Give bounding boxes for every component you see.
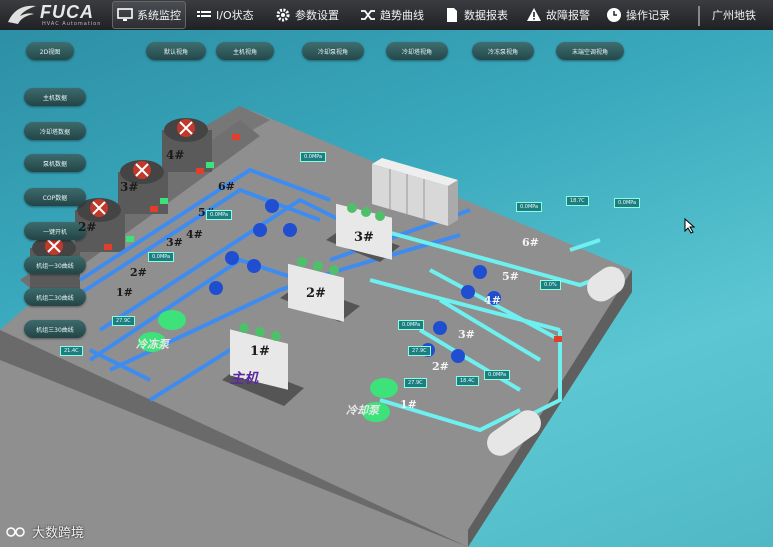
chilled-pump-1-label: 1# [400, 398, 417, 411]
nav-parameter-settings[interactable]: 参数设置 [275, 0, 339, 30]
shuffle-icon [361, 10, 375, 20]
sensor-tag: 27.9C [404, 378, 427, 388]
tower-2-label: 2# [78, 220, 97, 234]
nav-trend-curve[interactable]: 趋势曲线 [360, 0, 424, 30]
cooling-pump-4-label: 4# [186, 228, 203, 241]
logo-subtitle: HVAC Automation [42, 21, 102, 27]
fuca-bird-icon [8, 5, 36, 24]
nav-system-monitor[interactable]: 系统监控 [112, 1, 186, 29]
nav-fault-alarm[interactable]: 故障报警 [526, 0, 590, 30]
main-unit-label: 主机 [230, 371, 258, 387]
sensor-tag: 0.0MPa [206, 210, 233, 220]
gear-icon [276, 8, 290, 22]
sensor-tag: 21.4C [60, 346, 83, 356]
cooling-tower-4 [162, 118, 212, 172]
chilled-pump-2-label: 2# [432, 360, 449, 373]
clock-icon [607, 8, 621, 22]
nav-label: 参数设置 [295, 9, 339, 22]
cooling-pump-2-label: 2# [130, 266, 147, 279]
view-cooling-tower-button[interactable]: 冷却塔视角 [386, 42, 448, 60]
sensor-tag: 0.0MPa [148, 252, 175, 262]
chilled-pump-3-label: 3# [458, 328, 475, 341]
view-2d-button[interactable]: 2D视图 [26, 42, 74, 60]
sensor-tag: 27.9C [408, 346, 431, 356]
sensor-tag: 0.0% [540, 280, 561, 290]
document-icon [447, 8, 457, 22]
hvac-3d-view: 2D视图 默认视角 主机视角 冷却泵视角 冷却塔视角 冷冻泵视角 末端空调视角 … [0, 30, 773, 547]
sensor-tag: 0.0MPa [614, 198, 641, 208]
view-cooling-pump-button[interactable]: 冷却泵视角 [302, 42, 364, 60]
monitor-icon [117, 8, 133, 21]
unit-2-curve-button[interactable]: 机组二30曲线 [24, 288, 86, 306]
sensor-tag: 0.0MPa [484, 370, 511, 380]
cop-data-button[interactable]: COP数据 [24, 188, 86, 206]
nav-label: 故障报警 [546, 9, 590, 22]
cooling-pump-floor-label: 冷却泵 [346, 404, 379, 417]
logo-text: FUCA [40, 2, 94, 22]
view-chiller-button[interactable]: 主机视角 [216, 42, 274, 60]
watermark: 大数跨境 [6, 522, 84, 541]
view-chilled-pump-button[interactable]: 冷冻泵视角 [472, 42, 534, 60]
sensor-tag: 18.4C [456, 376, 479, 386]
sensor-tag: 27.9C [112, 316, 135, 326]
location-text: 广州地铁 [712, 9, 756, 22]
one-key-start-button[interactable]: 一键开机 [24, 222, 86, 240]
nav-label: 操作记录 [626, 9, 670, 22]
nav-operation-log[interactable]: 操作记录 [606, 0, 670, 30]
cooling-pump-3-label: 3# [166, 236, 183, 249]
nav-label: 数据报表 [464, 9, 508, 22]
chilled-pump-6-label: 6# [522, 236, 539, 249]
warning-icon [527, 8, 541, 21]
fuca-logo: FUCA HVAC Automation [6, 2, 106, 28]
unit-3-curve-button[interactable]: 机组三30曲线 [24, 320, 86, 338]
watermark-logo-icon [6, 526, 25, 537]
chiller-data-button[interactable]: 主机数据 [24, 88, 86, 106]
tower-4-label: 4# [166, 148, 185, 162]
nav-label: I/O状态 [216, 9, 254, 22]
sensor-tag: 0.0MPa [516, 202, 543, 212]
mouse-cursor-icon [684, 218, 696, 234]
nav-label: 系统监控 [137, 9, 181, 22]
cooling-tower-data-button[interactable]: 冷却塔数据 [24, 122, 86, 140]
sensor-tag: 0.0MPa [398, 320, 425, 330]
watermark-text: 大数跨境 [32, 526, 85, 541]
nav-label: 趋势曲线 [380, 9, 424, 22]
divider [698, 6, 700, 26]
nav-io-status[interactable]: I/O状态 [196, 0, 254, 30]
chiller-3-label: 3# [354, 230, 374, 245]
chiller-2-label: 2# [306, 286, 326, 301]
nav-data-report[interactable]: 数据报表 [444, 0, 508, 30]
top-navigation-bar: FUCA HVAC Automation 系统监控 I/O状态 参数设置 趋势曲… [0, 0, 773, 30]
view-terminal-ac-button[interactable]: 末端空调视角 [556, 42, 624, 60]
location-label: 广州地铁 [712, 0, 756, 30]
chilled-pump-floor-label: 冷冻泵 [136, 338, 169, 351]
chiller-1-label: 1# [250, 344, 270, 359]
unit-1-curve-button[interactable]: 机组一30曲线 [24, 256, 86, 274]
sensor-tag: 0.0MPa [300, 152, 327, 162]
sensor-tag: 18.7C [566, 196, 589, 206]
pump-data-button[interactable]: 泵机数据 [24, 154, 86, 172]
chilled-pump-4-label: 4# [484, 294, 501, 307]
cooling-pump-6-label: 6# [218, 180, 235, 193]
chilled-pump-5-label: 5# [502, 270, 519, 283]
io-list-icon [197, 11, 211, 17]
cooling-pump-1-label: 1# [116, 286, 133, 299]
tower-3-label: 3# [120, 180, 139, 194]
view-default-button[interactable]: 默认视角 [146, 42, 206, 60]
